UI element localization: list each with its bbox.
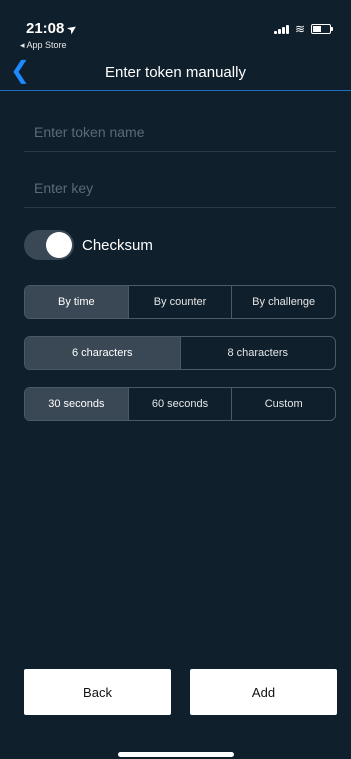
back-to-app-store-link[interactable]: ◂ App Store bbox=[20, 40, 67, 51]
location-arrow-icon: ➤ bbox=[64, 20, 81, 38]
cellular-signal-icon bbox=[273, 24, 289, 34]
segment-by-challenge[interactable]: By challenge bbox=[231, 286, 335, 318]
segment-8-characters[interactable]: 8 characters bbox=[179, 337, 336, 369]
checksum-toggle[interactable] bbox=[24, 230, 74, 260]
toggle-knob bbox=[46, 232, 72, 258]
battery-icon bbox=[311, 24, 333, 34]
token-name-input[interactable] bbox=[24, 113, 336, 151]
navigation-bar: ❮ Enter token manually bbox=[0, 56, 351, 91]
page-title: Enter token manually bbox=[105, 64, 246, 81]
status-bar: 21:08➤ ◂ App Store ≋ bbox=[0, 0, 351, 56]
status-time: 21:08➤ bbox=[26, 20, 81, 38]
key-field bbox=[24, 169, 336, 208]
checksum-label: Checksum bbox=[82, 236, 153, 254]
segment-30-seconds[interactable]: 30 seconds bbox=[25, 388, 128, 420]
status-time-text: 21:08 bbox=[26, 20, 65, 37]
segment-6-characters[interactable]: 6 characters bbox=[25, 337, 180, 369]
system-icons: ≋ bbox=[273, 22, 333, 36]
home-indicator bbox=[118, 752, 234, 757]
wifi-icon: ≋ bbox=[294, 22, 305, 36]
segment-by-time[interactable]: By time bbox=[25, 286, 128, 318]
key-input[interactable] bbox=[24, 169, 336, 207]
token-name-field bbox=[24, 113, 336, 152]
segment-by-counter[interactable]: By counter bbox=[127, 286, 232, 318]
token-length-segmented-control: 6 characters 8 characters bbox=[24, 336, 336, 370]
token-mode-segmented-control: By time By counter By challenge bbox=[24, 285, 336, 319]
back-button[interactable]: Back bbox=[24, 669, 171, 715]
checksum-row: Checksum bbox=[24, 230, 153, 260]
token-period-segmented-control: 30 seconds 60 seconds Custom bbox=[24, 387, 336, 421]
segment-60-seconds[interactable]: 60 seconds bbox=[127, 388, 232, 420]
segment-custom[interactable]: Custom bbox=[231, 388, 335, 420]
add-button[interactable]: Add bbox=[190, 669, 337, 715]
